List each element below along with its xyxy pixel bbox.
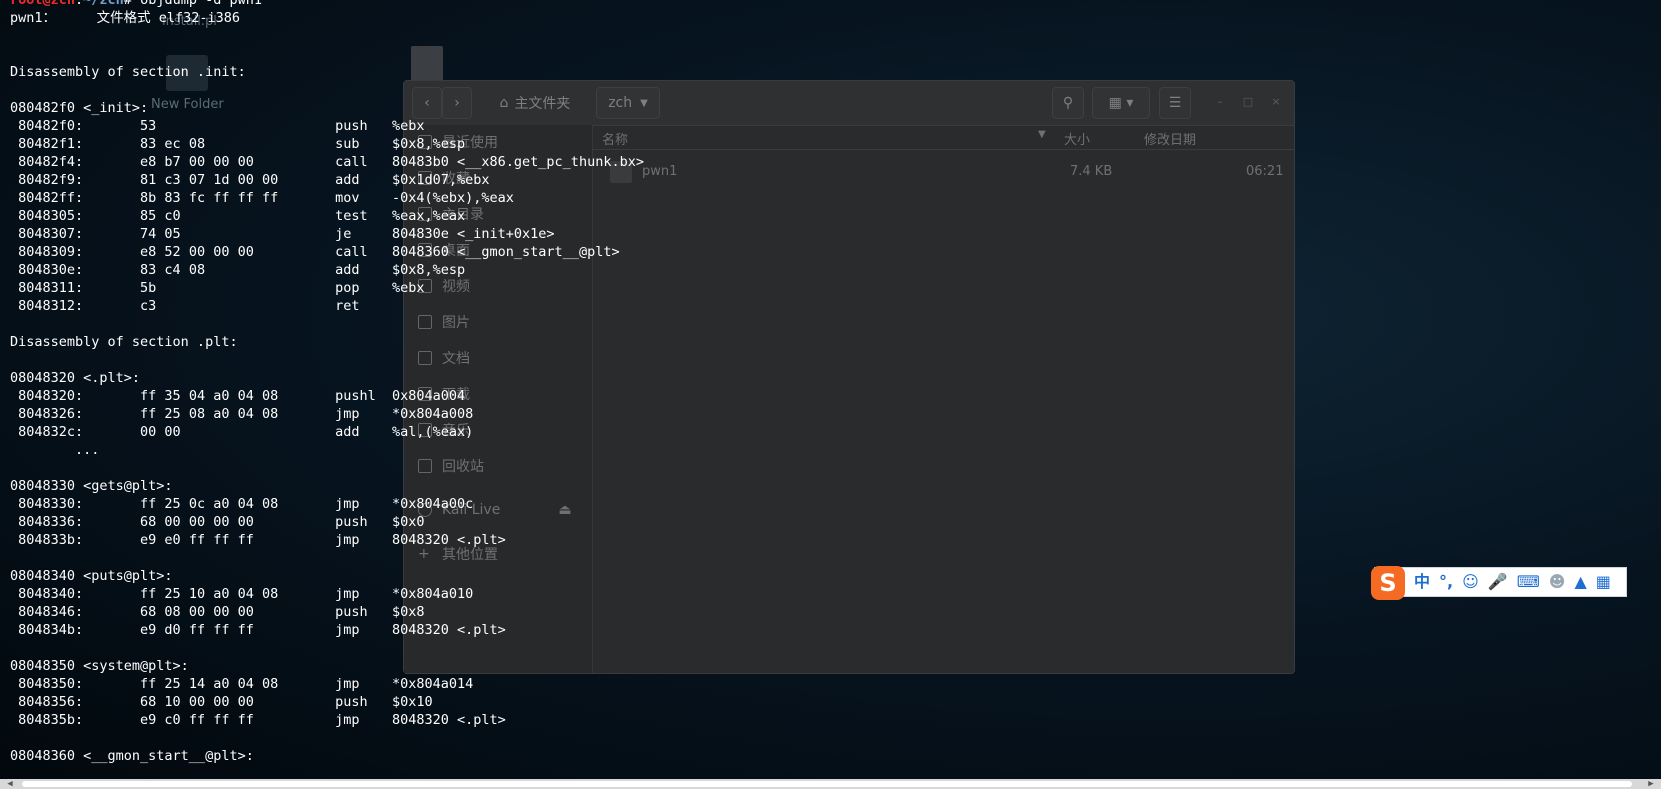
scroll-right-icon[interactable]: ▶: [1645, 779, 1657, 789]
hamburger-icon: ☰: [1168, 95, 1182, 111]
prompt-path: ~/zch: [83, 0, 124, 8]
scroll-left-icon[interactable]: ◀: [4, 779, 16, 789]
search-icon: ⚲: [1062, 95, 1074, 111]
grid-icon[interactable]: ▦: [1596, 567, 1611, 597]
file-list-header: 名称 ▼ 大小 修改日期: [592, 125, 1294, 150]
scrollbar-thumb[interactable]: [22, 781, 1632, 787]
sort-down-icon: ▼: [1038, 129, 1046, 140]
keyboard-icon[interactable]: ⌨: [1517, 567, 1540, 597]
prompt-command: # objdump -d pwn1: [123, 0, 262, 8]
terminal-output[interactable]: root@zch:~/zch# objdump -d pwn1 pwn1： 文件…: [10, 0, 644, 765]
horizontal-scrollbar[interactable]: ◀ ▶: [0, 779, 1661, 789]
ime-punctuation-toggle[interactable]: °,: [1439, 567, 1453, 597]
minimize-icon[interactable]: –: [1214, 96, 1226, 108]
ime-toolbar: S 中 °, ☺ 🎤 ⌨ ☻ ▲ ▦: [1371, 566, 1627, 600]
file-modified: 06:21: [1246, 164, 1284, 179]
column-size[interactable]: 大小: [1064, 129, 1090, 148]
prompt-user: root@zch: [10, 0, 76, 8]
menu-button[interactable]: ☰: [1159, 87, 1191, 119]
close-icon[interactable]: ×: [1270, 96, 1282, 108]
disassembly-text: pwn1： 文件格式 elf32-i386 Disassembly of sec…: [10, 10, 644, 764]
file-name: pwn1: [642, 164, 678, 179]
microphone-icon[interactable]: 🎤: [1488, 567, 1508, 597]
shirt-icon[interactable]: ▲: [1574, 567, 1586, 597]
grid-view-icon: ▦ ▾: [1108, 95, 1134, 111]
file-size: 7.4 KB: [1070, 164, 1113, 179]
view-toggle-button[interactable]: ▦ ▾: [1092, 87, 1150, 119]
ime-logo[interactable]: S: [1371, 566, 1405, 600]
prompt-separator: :: [75, 0, 84, 8]
smiley-icon[interactable]: ☺: [1462, 567, 1479, 597]
search-button[interactable]: ⚲: [1052, 87, 1084, 119]
user-icon[interactable]: ☻: [1549, 567, 1566, 597]
column-modified[interactable]: 修改日期: [1144, 129, 1196, 148]
maximize-icon[interactable]: □: [1242, 96, 1254, 108]
file-row[interactable]: pwn1 7.4 KB 06:21: [592, 157, 1294, 187]
ime-mode-toggle[interactable]: 中: [1414, 567, 1430, 597]
